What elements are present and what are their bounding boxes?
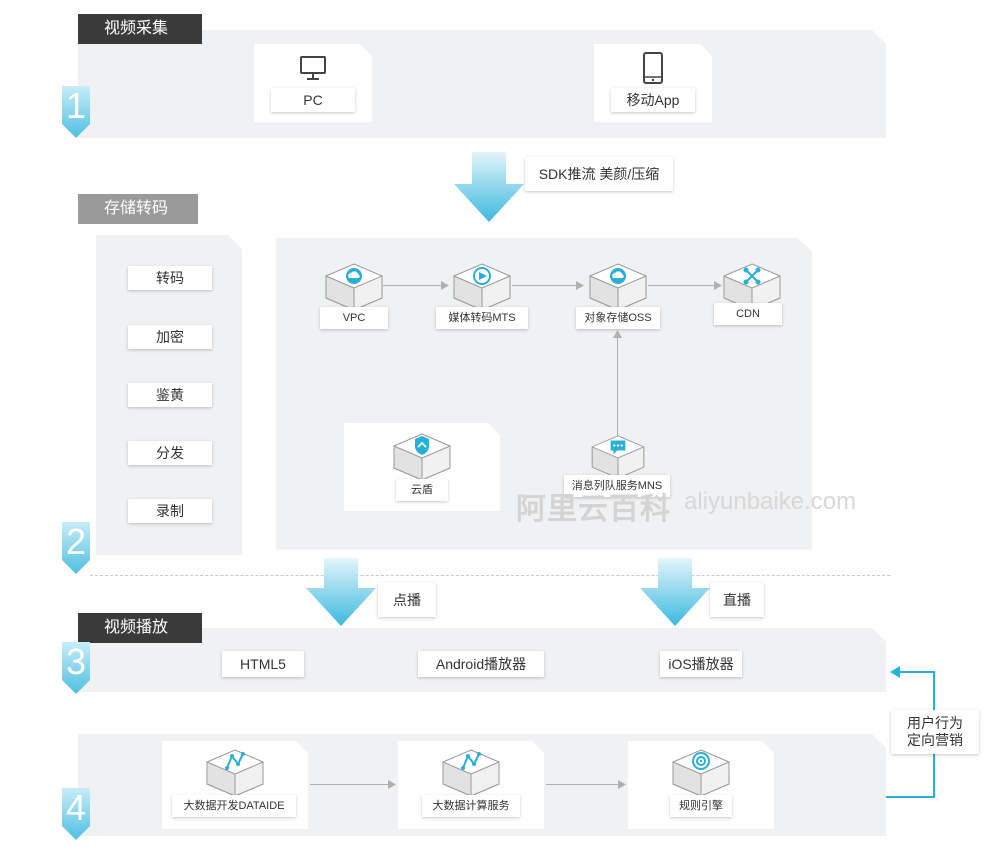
watermark-en: aliyunbaike.com xyxy=(684,488,857,515)
section-divider xyxy=(90,575,890,576)
data-compute-icon xyxy=(442,749,500,797)
step-number-1: 1 xyxy=(62,86,90,138)
storage-item: 分发 xyxy=(128,441,212,465)
step-number-3: 3 xyxy=(62,642,90,694)
message-queue-icon xyxy=(591,435,645,479)
step-digit: 3 xyxy=(65,641,87,682)
storage-cloud-icon xyxy=(589,263,647,311)
pc-label: PC xyxy=(271,88,355,112)
watermark-cn: 阿里云百科 xyxy=(516,493,671,526)
vpc-label: VPC xyxy=(320,307,388,329)
section-tab-storage: 存储转码 xyxy=(78,194,198,224)
rules-label: 规则引擎 xyxy=(670,795,732,817)
step-digit: 4 xyxy=(65,787,87,828)
phone-icon xyxy=(643,52,663,84)
oss-label: 对象存储OSS xyxy=(576,307,660,329)
feedback-line-2: 定向营销 xyxy=(907,732,963,748)
cdn-label: CDN xyxy=(714,303,782,325)
capture-panel xyxy=(78,30,886,138)
connector-vpc-mts xyxy=(383,285,445,286)
cloud-icon xyxy=(325,263,383,311)
arrowhead-icon xyxy=(441,281,449,290)
dataide-label: 大数据开发DATAIDE xyxy=(172,795,296,817)
step-number-4: 4 xyxy=(62,788,90,840)
connector-dataide-compute xyxy=(310,784,392,785)
arrowhead-icon xyxy=(613,330,622,338)
connector-compute-rules xyxy=(546,784,622,785)
connector-oss-cdn xyxy=(648,285,718,286)
connector-mts-oss xyxy=(512,285,580,286)
rules-engine-icon xyxy=(672,749,730,797)
step-digit: 1 xyxy=(65,85,87,126)
sdk-label: SDK推流 美颜/压缩 xyxy=(525,157,673,191)
player-html5: HTML5 xyxy=(222,651,304,677)
live-label: 直播 xyxy=(710,583,764,617)
down-arrow-live xyxy=(640,558,710,626)
compute-label: 大数据计算服务 xyxy=(422,795,520,817)
monitor-icon xyxy=(300,56,326,80)
connector-mns-oss xyxy=(617,336,618,438)
storage-item: 录制 xyxy=(128,499,212,523)
arrowhead-icon xyxy=(576,281,584,290)
storage-item: 鉴黄 xyxy=(128,383,212,407)
down-arrow-sdk xyxy=(454,152,524,222)
storage-item: 转码 xyxy=(128,266,212,290)
media-transcode-icon xyxy=(453,263,511,311)
down-arrow-vod xyxy=(306,558,376,626)
section-tab-playback: 视频播放 xyxy=(78,613,202,643)
arrowhead-icon xyxy=(388,780,396,789)
mts-label: 媒体转码MTS xyxy=(436,307,528,329)
shield-label: 云盾 xyxy=(396,479,448,501)
arrowhead-icon xyxy=(618,780,626,789)
player-android: Android播放器 xyxy=(418,651,544,677)
vod-label: 点播 xyxy=(378,583,436,617)
mobile-label: 移动App xyxy=(611,88,695,112)
storage-item: 加密 xyxy=(128,325,212,349)
player-ios: iOS播放器 xyxy=(660,651,742,677)
step-digit: 2 xyxy=(65,521,87,562)
arrowhead-icon xyxy=(714,281,722,290)
feedback-label: 用户行为 定向营销 xyxy=(891,710,979,754)
shield-icon xyxy=(393,433,451,481)
section-tab-capture: 视频采集 xyxy=(78,14,202,44)
step-number-2: 2 xyxy=(62,522,90,574)
feedback-line-1: 用户行为 xyxy=(907,715,963,731)
data-dev-icon xyxy=(206,749,264,797)
